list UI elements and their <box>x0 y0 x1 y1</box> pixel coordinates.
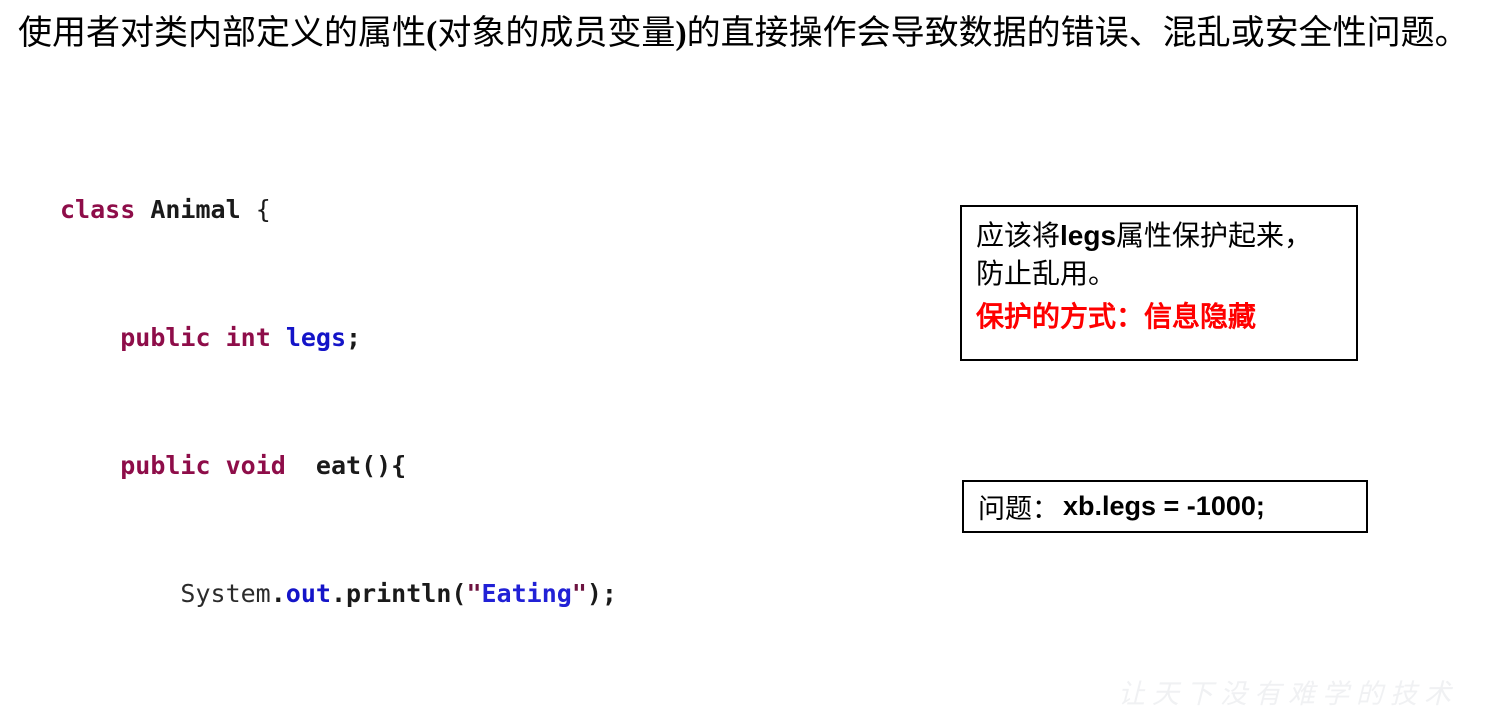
code-block: class Animal { public int legs; public v… <box>60 98 722 709</box>
token-dot: . <box>330 579 347 608</box>
token-class-system: System <box>180 579 271 608</box>
callout-protect-line1-prefix: 应该将 <box>976 221 1061 252</box>
token-keyword-int: int <box>225 323 271 352</box>
title-part-before: 使用者对类内部定义的属性 <box>18 15 426 52</box>
title-paren-close: ) <box>675 15 687 52</box>
token-method-eat: eat <box>315 451 362 480</box>
page-title: 使用者对类内部定义的属性(对象的成员变量)的直接操作会导致数据的错误、混乱或安全… <box>18 12 1498 56</box>
token-quote: " <box>466 579 482 608</box>
callout-protect-line3: 保护的方式：信息隐藏 <box>976 302 1257 333</box>
token-paren-close-semi: ); <box>586 579 617 608</box>
watermark: 让天下没有难学的技术 <box>1118 679 1458 709</box>
code-line-2: public int legs; <box>60 322 722 354</box>
token-string-eating: Eating <box>481 579 572 608</box>
callout-problem: 问题： xb.legs = -1000; <box>962 480 1368 533</box>
slide-canvas: 使用者对类内部定义的属性(对象的成员变量)的直接操作会导致数据的错误、混乱或安全… <box>0 0 1507 709</box>
code-line-4: System.out.println("Eating"); <box>60 578 722 610</box>
token-semicolon: ; <box>346 323 362 352</box>
token-keyword-class: class <box>60 195 136 224</box>
code-line-1: class Animal { <box>60 194 722 226</box>
token-quote: " <box>571 579 587 608</box>
callout-problem-code: xb.legs = -1000; <box>1063 491 1265 521</box>
title-part-after: 的直接操作会导致数据的错误、混乱或安全性问题。 <box>686 15 1469 52</box>
callout-protect-line1: 应该将legs属性保护起来， <box>976 217 1342 256</box>
token-dot: . <box>270 579 286 608</box>
token-brace-open: { <box>240 195 271 224</box>
token-type-animal: Animal <box>150 195 241 224</box>
token-field-out: out <box>285 579 331 608</box>
callout-protect-legs-highlight: legs <box>1060 220 1117 251</box>
token-paren-open: ( <box>451 579 467 608</box>
callout-protect-legs: 应该将legs属性保护起来， 防止乱用。 保护的方式：信息隐藏 <box>960 205 1358 361</box>
callout-protect-line1-suffix: 属性保护起来， <box>1116 221 1313 252</box>
token-keyword-void: void <box>225 451 286 480</box>
token-parens-brace: (){ <box>361 451 407 480</box>
callout-protect-line2: 防止乱用。 <box>976 259 1117 290</box>
token-keyword-public: public <box>120 451 211 480</box>
token-method-println: println <box>346 579 452 608</box>
token-field-legs: legs <box>285 323 347 352</box>
token-keyword-public: public <box>120 323 211 352</box>
title-paren-text: 对象的成员变量 <box>437 15 676 52</box>
title-paren-open: ( <box>426 15 438 52</box>
code-line-3: public void eat(){ <box>60 450 722 482</box>
callout-problem-label: 问题： <box>978 494 1059 524</box>
